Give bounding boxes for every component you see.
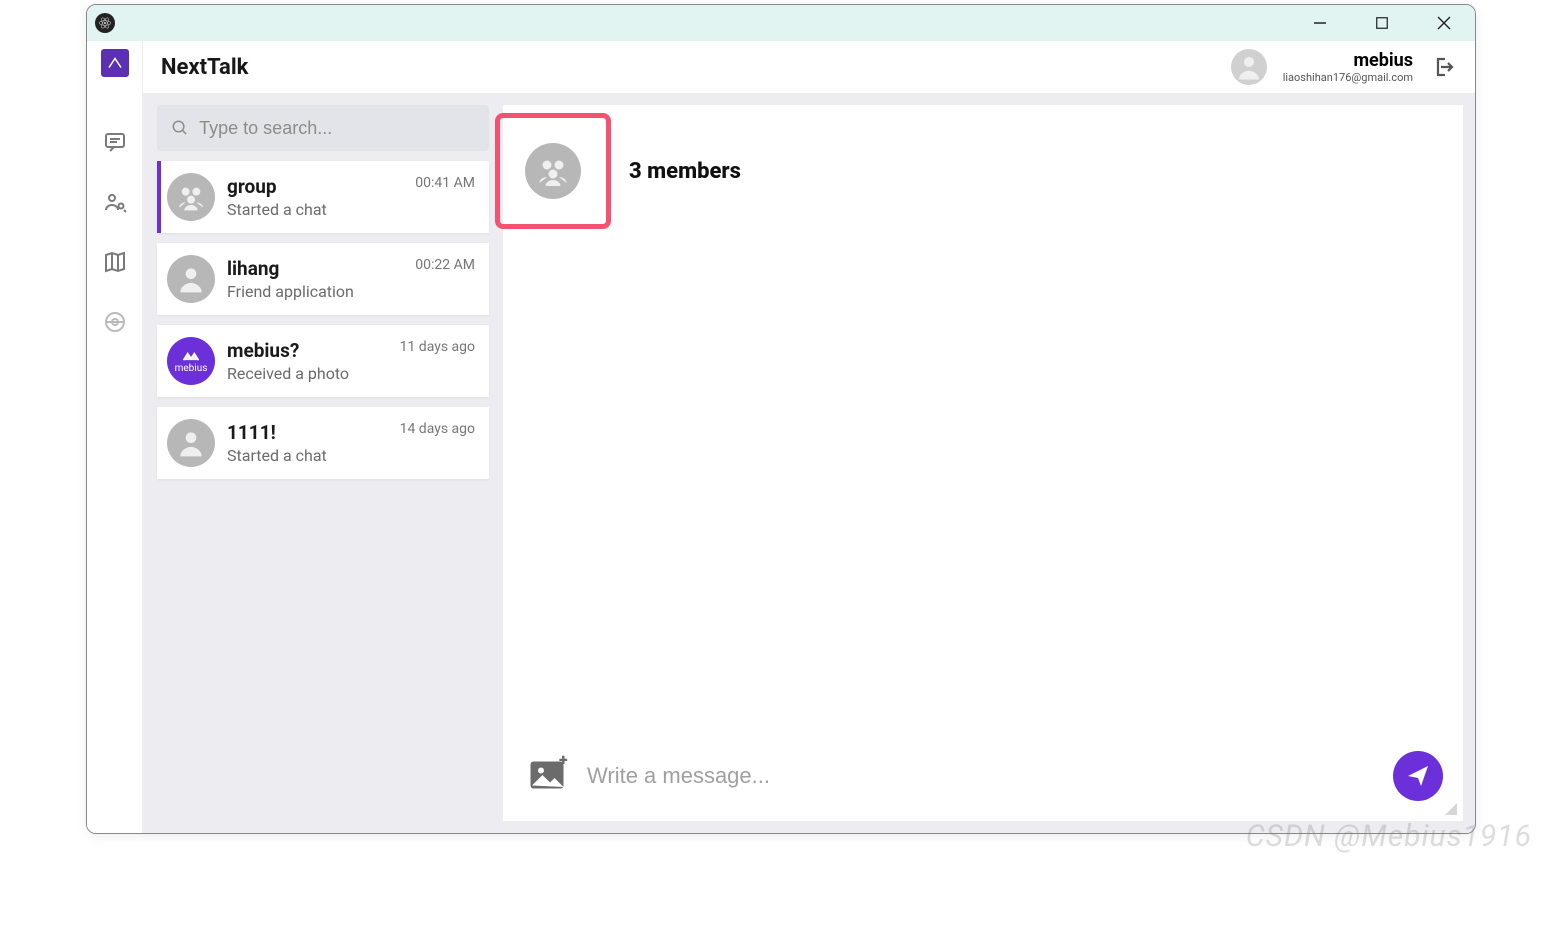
main-area: NextTalk mebius liaoshihan176@gmail.com <box>143 41 1475 833</box>
app-window: NextTalk mebius liaoshihan176@gmail.com <box>86 4 1476 834</box>
chat-item-lihang[interactable]: lihang Friend application 00:22 AM <box>157 243 489 315</box>
chat-item-time: 00:41 AM <box>415 175 475 191</box>
chat-item-time: 14 days ago <box>400 421 475 437</box>
resize-grip-icon[interactable] <box>1439 797 1457 815</box>
app-title: NextTalk <box>161 55 248 80</box>
chat-item-subtitle: Started a chat <box>227 446 388 465</box>
message-area[interactable] <box>503 241 1463 735</box>
maximize-button[interactable] <box>1365 9 1399 37</box>
person-avatar-icon <box>167 419 215 467</box>
title-bar <box>87 5 1475 41</box>
conversation-panel: 3 members + <box>503 105 1463 821</box>
search-box[interactable] <box>157 105 489 151</box>
message-input[interactable] <box>587 763 1373 789</box>
conversation-header: 3 members <box>503 105 1463 241</box>
chat-item-subtitle: Started a chat <box>227 200 403 219</box>
chat-item-mebius[interactable]: mebius mebius? Received a photo 11 days … <box>157 325 489 397</box>
message-composer: + <box>503 735 1463 821</box>
chat-item-title: lihang <box>227 257 403 280</box>
chat-item-title: group <box>227 175 403 198</box>
chat-item-group[interactable]: group Started a chat 00:41 AM <box>157 161 489 233</box>
send-button[interactable] <box>1393 751 1443 801</box>
chat-item-subtitle: Received a photo <box>227 364 388 383</box>
chat-item-title: mebius? <box>227 339 388 362</box>
chat-item-subtitle: Friend application <box>227 282 403 301</box>
mebius-avatar-icon: mebius <box>167 337 215 385</box>
group-avatar-icon <box>167 173 215 221</box>
electron-app-icon <box>95 13 115 33</box>
chat-item-title: 1111! <box>227 421 388 444</box>
logout-button[interactable] <box>1429 53 1457 81</box>
conversation-avatar-highlight <box>495 113 611 229</box>
attach-image-button[interactable]: + <box>529 759 567 793</box>
plus-icon: + <box>559 753 573 767</box>
app-header: NextTalk mebius liaoshihan176@gmail.com <box>143 41 1475 93</box>
map-icon[interactable] <box>102 249 128 275</box>
chat-item-time: 11 days ago <box>400 339 475 355</box>
user-email: liaoshihan176@gmail.com <box>1283 71 1413 84</box>
chat-icon[interactable] <box>102 129 128 155</box>
minimize-button[interactable] <box>1303 9 1337 37</box>
group-avatar-icon[interactable] <box>525 143 581 199</box>
conversation-title: 3 members <box>629 159 741 184</box>
chat-item-1111[interactable]: 1111! Started a chat 14 days ago <box>157 407 489 479</box>
user-name: mebius <box>1283 50 1413 71</box>
chat-list: group Started a chat 00:41 AM lihang Fri… <box>143 93 503 833</box>
user-avatar[interactable] <box>1231 49 1267 85</box>
avatar-label: mebius <box>175 363 208 374</box>
search-input[interactable] <box>199 118 475 139</box>
chat-item-time: 00:22 AM <box>415 257 475 273</box>
close-button[interactable] <box>1427 9 1461 37</box>
pokeball-icon[interactable] <box>102 309 128 335</box>
side-rail <box>87 41 143 833</box>
person-avatar-icon <box>167 255 215 303</box>
contacts-icon[interactable] <box>102 189 128 215</box>
app-logo[interactable] <box>101 49 129 77</box>
